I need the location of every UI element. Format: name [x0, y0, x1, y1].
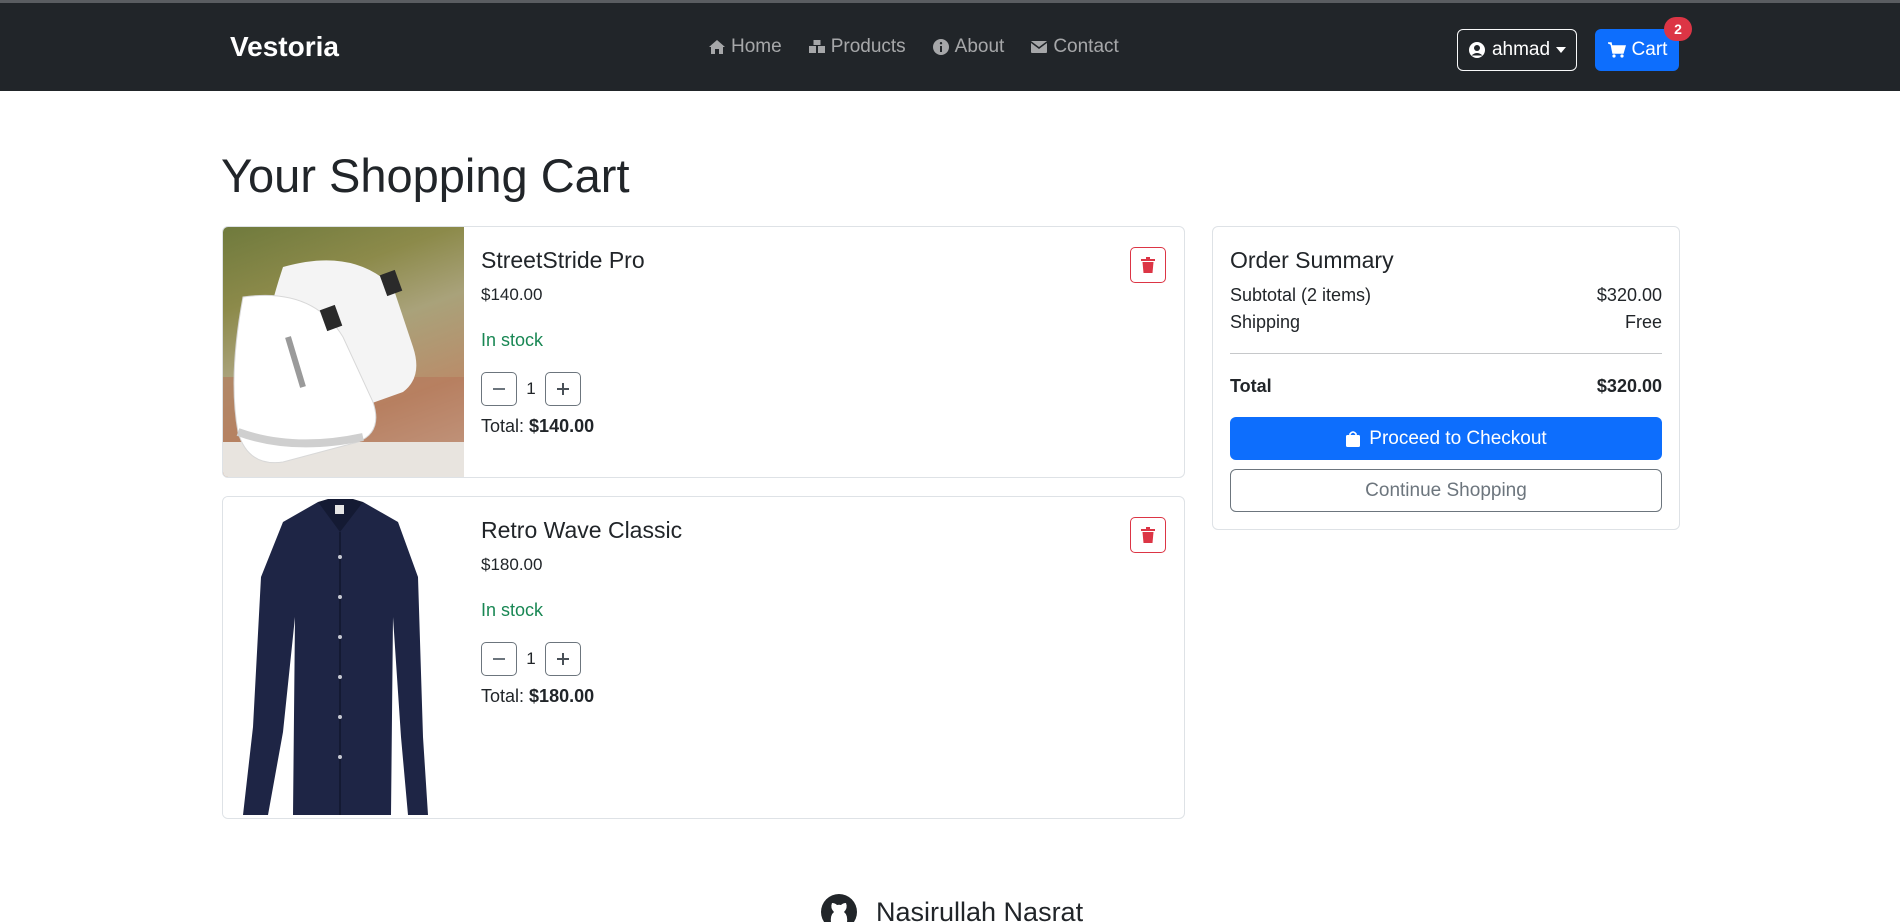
- product-image-shirt[interactable]: [223, 497, 464, 818]
- subtotal-value: $320.00: [1596, 285, 1662, 305]
- user-name: ahmad: [1491, 39, 1551, 60]
- user-circle-icon: [1468, 42, 1485, 58]
- product-price: $140.00: [481, 285, 543, 304]
- continue-label: Continue Shopping: [1365, 479, 1527, 501]
- stock-status: In stock: [481, 600, 544, 620]
- proceed-to-checkout-button[interactable]: Proceed to Checkout: [1230, 417, 1662, 460]
- author-name: Nasirullah Nasrat: [876, 896, 1084, 922]
- decrease-quantity-button[interactable]: [481, 372, 517, 406]
- nav-link-label: Contact: [1053, 36, 1119, 57]
- item-total: Total: $180.00: [481, 686, 594, 707]
- footer-author[interactable]: Nasirullah Nasrat: [820, 893, 1083, 922]
- shipping-row: Shipping Free: [1230, 312, 1662, 333]
- subtotal-label: Subtotal (2 items): [1230, 285, 1372, 305]
- nav-link-products[interactable]: Products: [808, 36, 906, 58]
- quantity-value: 1: [526, 649, 536, 668]
- nav-link-about[interactable]: About: [932, 36, 1005, 58]
- envelope-icon: [1030, 41, 1048, 53]
- total-label: Total: [1230, 376, 1272, 396]
- navbar: Vestoria Home Products About Contact ahm…: [0, 3, 1900, 91]
- home-icon: [709, 40, 725, 54]
- nav-links: Home Products About Contact: [708, 36, 1145, 58]
- product-price: $180.00: [481, 555, 543, 574]
- plus-icon: [557, 383, 569, 395]
- user-dropdown-button[interactable]: ahmad: [1457, 29, 1577, 71]
- remove-item-button[interactable]: [1130, 517, 1166, 553]
- minus-icon: [493, 658, 505, 660]
- summary-divider: [1230, 353, 1662, 354]
- checkout-label: Proceed to Checkout: [1369, 427, 1547, 449]
- increase-quantity-button[interactable]: [545, 642, 581, 676]
- cart-icon: [1607, 42, 1626, 58]
- continue-shopping-button[interactable]: Continue Shopping: [1230, 469, 1662, 512]
- order-summary-card: Order Summary Subtotal (2 items) $320.00…: [1212, 226, 1680, 530]
- nav-link-home[interactable]: Home: [708, 36, 782, 58]
- quantity-stepper: 1: [481, 642, 581, 676]
- chevron-down-icon: [1556, 47, 1567, 53]
- github-icon: [821, 894, 857, 922]
- increase-quantity-button[interactable]: [545, 372, 581, 406]
- remove-item-button[interactable]: [1130, 247, 1166, 283]
- cart-item: Retro Wave Classic $180.00 In stock 1 To…: [222, 496, 1185, 819]
- quantity-stepper: 1: [481, 372, 581, 406]
- shipping-value: Free: [1624, 312, 1662, 332]
- minus-icon: [493, 388, 505, 390]
- shopping-bag-icon: [1346, 430, 1361, 447]
- stock-status: In stock: [481, 330, 544, 350]
- total-value: $320.00: [1596, 376, 1662, 396]
- nav-link-label: Products: [830, 36, 906, 57]
- shirt-illustration: [243, 499, 428, 815]
- cart-item: StreetStride Pro $140.00 In stock 1 Tota…: [222, 226, 1185, 478]
- sneakers-illustration: [223, 260, 464, 477]
- nav-link-label: Home: [731, 36, 782, 57]
- subtotal-row: Subtotal (2 items) $320.00: [1230, 285, 1662, 306]
- product-name[interactable]: StreetStride Pro: [481, 247, 645, 274]
- boxes-icon: [808, 40, 825, 53]
- nav-link-label: About: [954, 36, 1005, 57]
- trash-icon: [1141, 527, 1155, 543]
- item-total-label: Total:: [481, 416, 525, 436]
- item-total-label: Total:: [481, 686, 525, 706]
- product-image-sneakers[interactable]: [223, 227, 464, 477]
- product-name[interactable]: Retro Wave Classic: [481, 517, 682, 544]
- cart-count-badge: 2: [1664, 17, 1692, 41]
- item-total-value: $140.00: [529, 416, 595, 436]
- shipping-label: Shipping: [1230, 312, 1301, 332]
- total-row: Total $320.00: [1230, 376, 1662, 397]
- cart-label: Cart: [1631, 39, 1668, 60]
- brand-logo[interactable]: Vestoria: [230, 31, 339, 63]
- summary-title: Order Summary: [1230, 247, 1394, 273]
- nav-link-contact[interactable]: Contact: [1030, 36, 1119, 58]
- trash-icon: [1141, 257, 1155, 273]
- page-title: Your Shopping Cart: [221, 149, 630, 202]
- info-icon: [932, 39, 949, 55]
- decrease-quantity-button[interactable]: [481, 642, 517, 676]
- plus-icon: [557, 653, 569, 665]
- item-total-value: $180.00: [529, 686, 595, 706]
- quantity-value: 1: [526, 379, 536, 398]
- item-total: Total: $140.00: [481, 416, 594, 437]
